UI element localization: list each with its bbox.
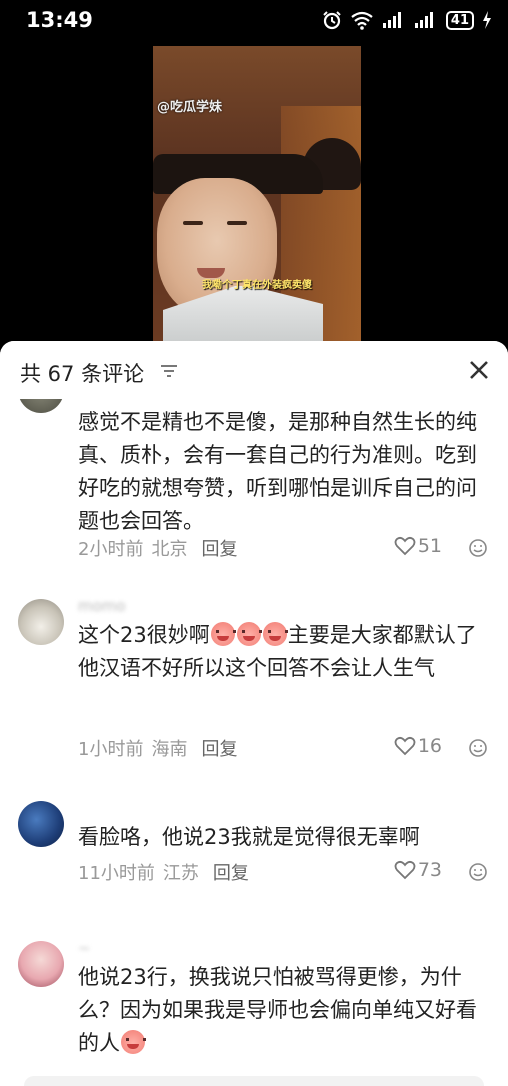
comment-text: 感觉不是精也不是傻，是那种自然生长的纯真、质朴，会有一套自己的行为准则。吃到好吃… — [78, 410, 477, 533]
reply-button[interactable]: 回复 — [213, 859, 249, 885]
heart-icon — [394, 860, 416, 880]
status-icons: 41 — [322, 10, 492, 30]
like-count: 73 — [417, 859, 442, 881]
crying-emoji-icon — [236, 622, 262, 646]
comment-meta: 1小时前 海南 回复 — [78, 735, 237, 761]
comment-meta: 11小时前 江苏 回复 — [78, 859, 249, 885]
comment-location: 海南 — [151, 739, 188, 760]
battery-level: 41 — [450, 12, 469, 28]
comment-time: 1小时前 — [78, 739, 144, 760]
avatar[interactable] — [18, 941, 64, 987]
status-time: 13:49 — [26, 8, 93, 32]
battery-icon: 41 — [445, 10, 474, 30]
like-button[interactable]: 16 — [394, 735, 442, 757]
comment-location: 江苏 — [162, 863, 199, 884]
comments-header: 共 67 条评论 — [0, 341, 508, 399]
emoji-reaction-icon[interactable] — [468, 862, 488, 882]
eye-right — [227, 221, 247, 225]
like-count: 51 — [417, 535, 442, 557]
like-button[interactable]: 73 — [394, 859, 442, 881]
comment-input[interactable] — [24, 1076, 484, 1086]
username[interactable]: momo — [78, 597, 126, 615]
avatar[interactable] — [18, 801, 64, 847]
crying-emoji-icon — [262, 622, 288, 646]
comment-text-part: 这个23很妙啊 — [78, 623, 210, 647]
comment-count: 共 67 条评论 — [20, 362, 145, 386]
status-bar: 13:49 41 — [0, 0, 508, 44]
video-subtitle: 我嘞个丁真在外装疯卖傻 — [202, 280, 312, 291]
like-button[interactable]: 51 — [394, 535, 442, 557]
wifi-icon — [351, 11, 373, 30]
comment-location: 北京 — [151, 539, 188, 560]
bottom-bar — [0, 1072, 508, 1086]
comment-text: 他说23行，换我说只怕被骂得更惨，为什么？因为如果我是导师也会偏向单纯又好看的人 — [78, 961, 494, 1060]
emoji-reaction-icon[interactable] — [468, 538, 488, 558]
video-watermark: @吃瓜学妹 — [157, 100, 223, 115]
reply-button[interactable]: 回复 — [201, 735, 237, 761]
comments-panel: 共 67 条评论 感觉不是精也不是傻，是那种自然生长的纯真、质朴，会有一套自己的… — [0, 341, 508, 1086]
reply-button[interactable]: 回复 — [201, 535, 237, 561]
heart-icon — [394, 536, 416, 556]
comment-time: 2小时前 — [78, 539, 144, 560]
eye-left — [183, 221, 203, 225]
video-player[interactable]: @吃瓜学妹 我嘞个丁真在外装疯卖傻 — [153, 46, 361, 341]
close-icon[interactable] — [464, 355, 494, 385]
signal-icon — [414, 12, 433, 28]
sort-icon[interactable] — [160, 364, 178, 378]
like-count: 16 — [417, 735, 442, 757]
alarm-icon — [323, 11, 341, 30]
comment-text: 看脸咯，他说23我就是觉得很无辜啊 — [78, 825, 420, 849]
username[interactable]: ~ — [78, 939, 91, 957]
emoji-icon — [121, 1030, 146, 1054]
signal-icon — [382, 12, 401, 28]
comment-text: 这个23很妙啊 主要是大家都默认了他汉语不好所以这个回答不会让人生气 — [78, 619, 494, 685]
crying-emoji-icon — [210, 622, 236, 646]
heart-icon — [394, 736, 416, 756]
comment-meta: 2小时前 北京 回复 — [78, 535, 237, 561]
charging-icon — [483, 11, 491, 29]
comment-time: 11小时前 — [78, 863, 155, 884]
avatar[interactable] — [18, 599, 64, 645]
emoji-reaction-icon[interactable] — [468, 738, 488, 758]
